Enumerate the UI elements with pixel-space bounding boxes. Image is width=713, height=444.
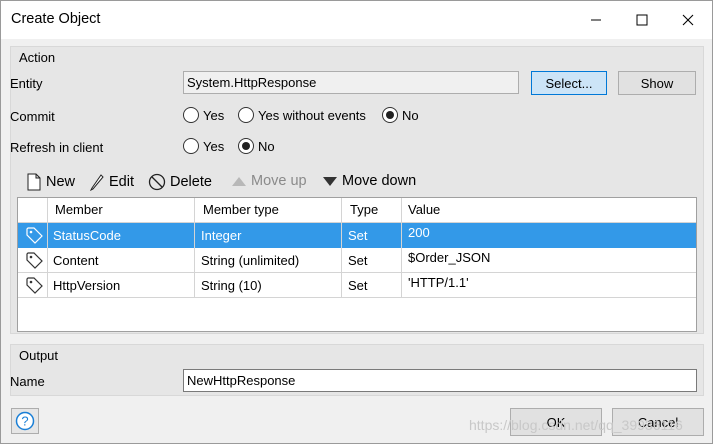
value-cell: 'HTTP/1.1' [408, 275, 469, 290]
row-divider [18, 222, 696, 223]
create-object-dialog: Create Object Action Entity System.HttpR… [0, 0, 713, 444]
table-row[interactable]: Content String (unlimited) Set $Order_JS… [18, 248, 696, 273]
pencil-icon [89, 174, 104, 191]
radio-circle [183, 107, 199, 123]
name-label: Name [10, 374, 45, 389]
members-table: Member Member type Type Value StatusCode… [17, 197, 697, 332]
commit-yes-label: Yes [203, 107, 225, 123]
new-button[interactable]: New [26, 173, 75, 191]
commit-yes-without-events-label: Yes without events [258, 107, 366, 123]
row-divider [18, 272, 696, 273]
tag-icon [22, 223, 48, 248]
refresh-no-radio[interactable]: No [238, 138, 275, 154]
commit-label: Commit [10, 109, 55, 124]
member-type-cell: String (10) [201, 278, 262, 293]
title-bar: Create Object [1, 1, 712, 39]
close-icon [682, 14, 694, 26]
radio-circle [238, 107, 254, 123]
member-cell: HttpVersion [53, 278, 121, 293]
entity-field[interactable]: System.HttpResponse [183, 71, 519, 94]
member-cell: Content [53, 253, 99, 268]
refresh-no-label: No [258, 138, 275, 154]
refresh-yes-radio[interactable]: Yes [183, 138, 224, 154]
minimize-icon [591, 19, 601, 21]
output-name-field[interactable]: NewHttpResponse [183, 369, 697, 392]
radio-circle-checked [382, 107, 398, 123]
member-type-cell: String (unlimited) [201, 253, 300, 268]
type-cell: Set [348, 253, 368, 268]
select-entity-button[interactable]: Select... [531, 71, 607, 95]
column-divider [341, 198, 342, 298]
delete-label: Delete [170, 174, 212, 190]
output-group-label: Output [19, 348, 59, 363]
tag-icon [22, 273, 48, 298]
watermark-text: https://blog.csdn.net/qq_39936116 [469, 417, 683, 433]
column-divider [401, 198, 402, 298]
radio-circle-checked [238, 138, 254, 154]
prohibit-icon [148, 173, 166, 191]
column-header-type[interactable]: Type [345, 198, 383, 223]
table-row[interactable]: StatusCode Integer Set 200 [18, 223, 696, 248]
refresh-label: Refresh in client [10, 140, 104, 155]
maximize-icon [636, 14, 648, 26]
column-divider [47, 198, 48, 298]
commit-yes-without-events-radio[interactable]: Yes without events [238, 107, 366, 123]
show-entity-button[interactable]: Show [618, 71, 696, 95]
commit-no-radio[interactable]: No [382, 107, 419, 123]
table-row[interactable]: HttpVersion String (10) Set 'HTTP/1.1' [18, 273, 696, 298]
value-cell: 200 [408, 225, 430, 240]
member-type-cell: Integer [201, 228, 242, 243]
triangle-up-icon [232, 177, 246, 186]
commit-yes-radio[interactable]: Yes [183, 107, 224, 123]
question-icon: ? [15, 411, 35, 431]
row-divider [18, 297, 696, 298]
radio-circle [183, 138, 199, 154]
close-button[interactable] [665, 1, 711, 39]
tag-icon [22, 248, 48, 273]
triangle-down-icon [323, 177, 337, 186]
column-header-member-type[interactable]: Member type [198, 198, 284, 223]
member-cell: StatusCode [53, 228, 121, 243]
move-up-label: Move up [251, 173, 307, 189]
edit-label: Edit [109, 174, 134, 190]
type-cell: Set [348, 228, 368, 243]
move-up-button[interactable]: Move up [231, 173, 307, 189]
dialog-title: Create Object [11, 11, 101, 27]
delete-button[interactable]: Delete [148, 173, 212, 191]
entity-label: Entity [10, 76, 43, 91]
value-cell: $Order_JSON [408, 250, 491, 265]
new-document-icon [27, 173, 41, 191]
maximize-button[interactable] [619, 1, 665, 39]
svg-text:?: ? [21, 414, 28, 429]
new-label: New [46, 174, 76, 190]
action-group-label: Action [19, 50, 56, 65]
commit-no-label: No [402, 107, 419, 123]
move-down-label: Move down [342, 173, 417, 189]
table-header: Member Member type Type Value [18, 198, 696, 223]
edit-button[interactable]: Edit [89, 173, 134, 191]
help-button[interactable]: ? [11, 408, 39, 434]
minimize-button[interactable] [573, 1, 619, 39]
type-cell: Set [348, 278, 368, 293]
column-header-value[interactable]: Value [403, 198, 445, 223]
column-header-member[interactable]: Member [50, 198, 108, 223]
move-down-button[interactable]: Move down [322, 173, 416, 189]
column-divider [194, 198, 195, 298]
refresh-yes-label: Yes [203, 138, 225, 154]
